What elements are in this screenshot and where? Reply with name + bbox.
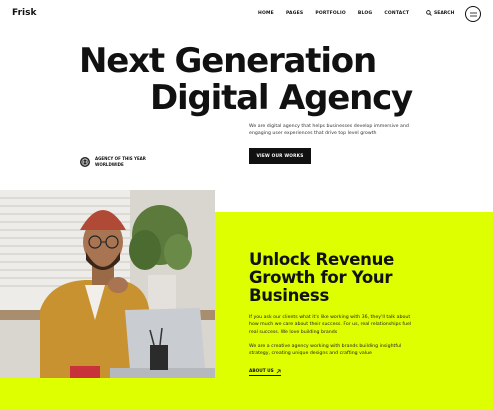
award-badge: AGENCY OF THIS YEAR WORLDWIDE	[80, 156, 146, 167]
hero-title-line1: Next Generation	[79, 41, 377, 81]
nav-item-contact[interactable]: CONTACT	[384, 11, 409, 16]
search-button[interactable]: SEARCH	[426, 10, 454, 16]
logo[interactable]: Frisk	[12, 8, 36, 18]
arrow-up-right-icon	[276, 369, 281, 374]
menu-button[interactable]	[465, 6, 481, 22]
main-nav: HOME PAGES PORTFOLIO BLOG CONTACT	[258, 11, 409, 16]
section-paragraph-2: We are a creative agency working with br…	[249, 344, 402, 357]
globe-icon	[80, 156, 90, 167]
search-label: SEARCH	[434, 10, 455, 16]
award-line1: AGENCY OF THIS YEAR	[95, 156, 146, 161]
nav-item-blog[interactable]: BLOG	[358, 11, 372, 16]
about-us-label: ABOUT US	[249, 369, 274, 374]
about-us-link[interactable]: ABOUT US	[249, 369, 281, 376]
hamburger-icon	[469, 12, 477, 16]
hero-title-line2: Digital Agency	[150, 78, 413, 118]
section-paragraph-1: If you ask our clients what it's like wo…	[249, 315, 412, 335]
hero-description: We are digital agency that helps busines…	[249, 124, 409, 137]
search-icon	[426, 10, 432, 16]
award-line2: WORLDWIDE	[95, 161, 124, 167]
feature-panel-bottom	[0, 378, 493, 410]
nav-item-home[interactable]: HOME	[258, 11, 274, 16]
view-works-button[interactable]: VIEW OUR WORKS	[249, 148, 311, 164]
hero-photo	[0, 190, 215, 378]
section-title: Unlock Revenue Growth for Your Business	[249, 250, 394, 306]
nav-item-portfolio[interactable]: PORTFOLIO	[315, 11, 346, 16]
nav-item-pages[interactable]: PAGES	[286, 11, 303, 16]
